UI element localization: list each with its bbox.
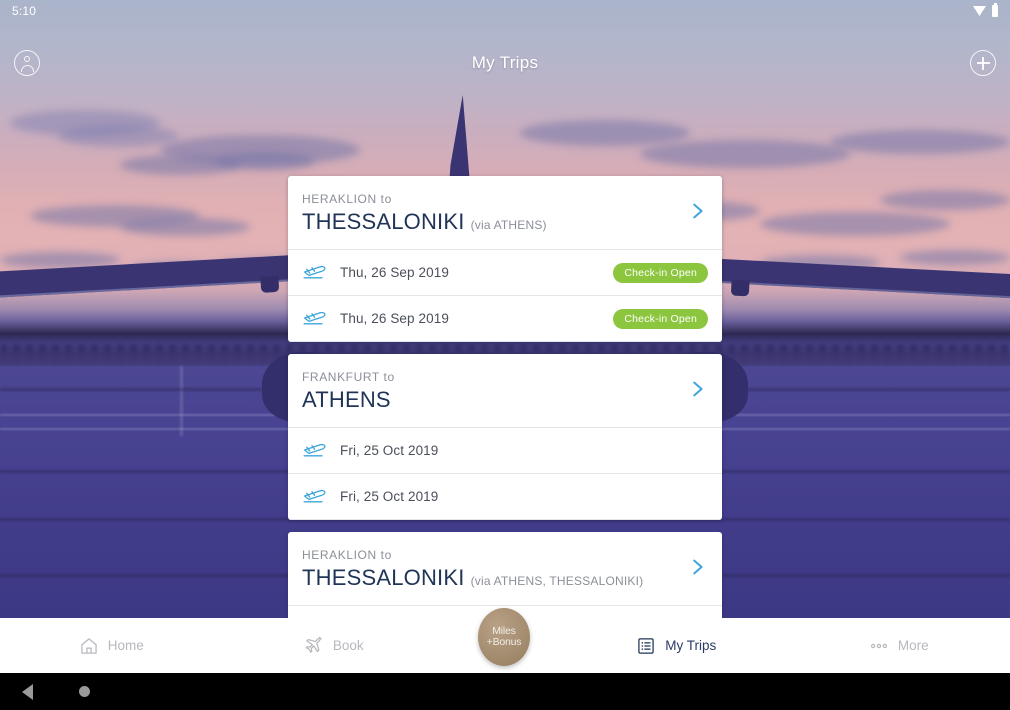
tab-my-trips[interactable]: My Trips [565,618,788,673]
profile-icon[interactable] [14,50,40,76]
app-bar: My Trips [0,36,1010,90]
flight-takeoff-icon [302,307,340,330]
page-title: My Trips [471,53,539,72]
tab-more[interactable]: More [788,618,1010,673]
trip-card-header[interactable]: HERAKLION to THESSALONIKI (via ATHENS, T… [288,532,722,605]
chevron-right-icon[interactable] [686,556,708,583]
chevron-right-icon[interactable] [686,378,708,405]
home-circle-icon[interactable] [79,686,90,697]
tab-label: More [897,638,929,653]
back-triangle-icon[interactable] [22,683,33,700]
tab-label: Book [332,638,364,653]
miles-badge-line2: +Bonus [486,636,522,648]
trip-destination: THESSALONIKI [302,209,465,234]
battery-icon [992,3,998,17]
tab-label: My Trips [665,638,717,653]
trip-route: HERAKLION to THESSALONIKI (via ATHENS, T… [302,548,643,591]
miles-bonus-button[interactable]: Miles +Bonus [478,608,530,666]
flight-segment-row[interactable]: Fri, 25 Oct 2019 [288,474,722,520]
list-icon [636,636,656,656]
trip-destination: THESSALONIKI [302,565,465,590]
trip-via: (via ATHENS) [470,218,547,232]
trip-origin: HERAKLION to [302,192,392,206]
trip-card-header[interactable]: HERAKLION to THESSALONIKI (via ATHENS) [288,176,722,249]
trip-segments: Fri, 25 Oct 2019 Fri, 25 Oct 2019 [288,427,722,520]
flight-segment-row[interactable]: Fri, 25 Oct 2019 [288,428,722,474]
trip-origin: HERAKLION to [302,548,392,562]
flight-takeoff-icon [302,439,340,462]
flight-date: Thu, 26 Sep 2019 [340,311,449,326]
add-icon[interactable] [970,50,996,76]
flight-segment-row[interactable]: Thu, 26 Sep 2019 Check-in Open [288,250,722,296]
trip-segments: Thu, 26 Sep 2019 Check-in Open Thu, 26 S… [288,249,722,342]
flight-date: Fri, 25 Oct 2019 [340,443,439,458]
flight-takeoff-icon [302,485,340,508]
chevron-right-icon[interactable] [686,200,708,227]
flight-segment-row[interactable]: Thu, 26 Sep 2019 Check-in Open [288,296,722,342]
status-badge: Check-in Open [613,262,708,283]
flight-date: Fri, 25 Oct 2019 [340,489,439,504]
trips-list[interactable]: HERAKLION to THESSALONIKI (via ATHENS) T… [0,90,1010,618]
home-icon [79,636,99,656]
tab-home[interactable]: Home [0,618,223,673]
status-badge: Check-in Open [613,308,708,329]
trip-origin: FRANKFURT to [302,370,395,384]
app-root: 5:10 My Trips HERAKLION to THESSALONIKI … [0,0,1010,710]
airplane-icon [304,636,324,656]
more-dots-icon [869,636,889,656]
tab-book[interactable]: Book [223,618,446,673]
trip-destination: ATHENS [302,387,391,412]
system-nav-bar[interactable] [0,673,1010,710]
trip-card[interactable]: HERAKLION to THESSALONIKI (via ATHENS, T… [288,532,722,618]
trip-via: (via ATHENS, THESSALONIKI) [470,574,644,588]
trip-route: FRANKFURT to ATHENS [302,370,395,413]
wifi-icon [973,6,986,16]
trip-card[interactable]: HERAKLION to THESSALONIKI (via ATHENS) T… [288,176,722,342]
tab-label: Home [107,638,144,653]
status-icons [973,3,998,17]
status-bar: 5:10 [0,0,1010,22]
flight-date: Thu, 26 Sep 2019 [340,265,449,280]
trip-route: HERAKLION to THESSALONIKI (via ATHENS) [302,192,547,235]
status-time: 5:10 [12,4,37,18]
trip-card[interactable]: FRANKFURT to ATHENS Fri, 25 Oct 2019 Fri… [288,354,722,520]
trip-card-header[interactable]: FRANKFURT to ATHENS [288,354,722,427]
flight-takeoff-icon [302,261,340,284]
